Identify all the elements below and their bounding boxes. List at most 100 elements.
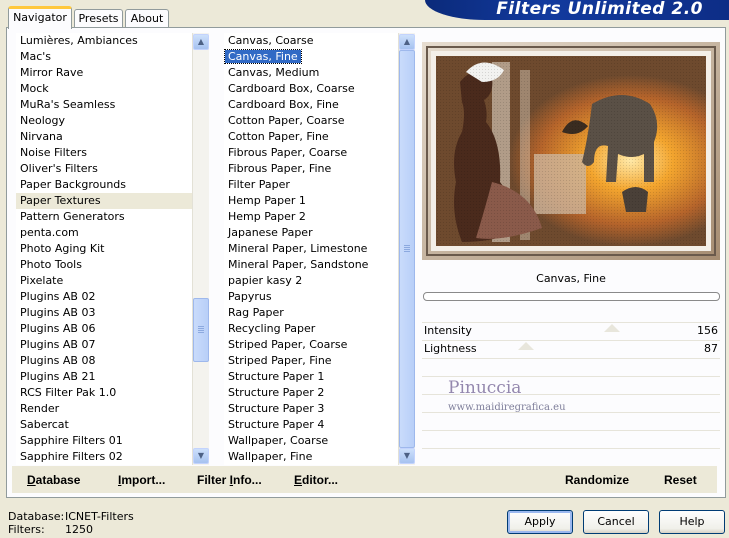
list-item[interactable]: Mac's	[16, 49, 192, 65]
list-item[interactable]: Plugins AB 21	[16, 369, 192, 385]
list-item[interactable]: Striped Paper, Coarse	[224, 337, 398, 353]
randomize-button[interactable]: Randomize	[565, 473, 629, 487]
list-item[interactable]: Sapphire Filters 01	[16, 433, 192, 449]
scroll-up-icon[interactable]: ▲	[193, 34, 209, 50]
list-item[interactable]: Sabercat	[16, 417, 192, 433]
list-item[interactable]: Wallpaper, Fine	[224, 449, 398, 465]
parameters-panel[interactable]: Intensity 156 Lightness 87 Pinuccia www.…	[422, 322, 720, 466]
scroll-thumb[interactable]	[399, 50, 415, 448]
list-item[interactable]: Structure Paper 2	[224, 385, 398, 401]
cancel-button[interactable]: Cancel	[583, 510, 649, 534]
list-item[interactable]: RCS Filter Pak 1.0	[16, 385, 192, 401]
list-item-label: Plugins AB 06	[20, 322, 96, 335]
apply-button[interactable]: Apply	[507, 510, 573, 534]
app-title: Filters Unlimited 2.0	[496, 0, 703, 19]
param-lightness[interactable]: Lightness 87	[422, 340, 720, 358]
list-item[interactable]: Plugins AB 06	[16, 321, 192, 337]
list-item[interactable]: Papyrus	[224, 289, 398, 305]
editor-button[interactable]: Editor...	[294, 473, 338, 487]
list-item[interactable]: Oliver's Filters	[16, 161, 192, 177]
list-item[interactable]: Wallpaper, Coarse	[224, 433, 398, 449]
list-item-label: penta.com	[20, 226, 79, 239]
list-item[interactable]: Plugins AB 02	[16, 289, 192, 305]
list-item[interactable]: penta.com	[16, 225, 192, 241]
list-item-label: Paper Backgrounds	[20, 178, 127, 191]
list-item-label: Sapphire Filters 02	[20, 450, 123, 463]
list-item[interactable]: Structure Paper 1	[224, 369, 398, 385]
list-item[interactable]: Cardboard Box, Fine	[224, 97, 398, 113]
tab-about[interactable]: About	[125, 9, 169, 27]
list-item[interactable]: Cotton Paper, Coarse	[224, 113, 398, 129]
list-item[interactable]: Plugins AB 03	[16, 305, 192, 321]
list-item[interactable]: Canvas, Medium	[224, 65, 398, 81]
list-item[interactable]: Lumières, Ambiances	[16, 33, 192, 49]
list-item-label: Nirvana	[20, 130, 63, 143]
list-item[interactable]: Striped Paper, Fine	[224, 353, 398, 369]
list-item[interactable]: MuRa's Seamless	[16, 97, 192, 113]
tab-presets[interactable]: Presets	[74, 9, 123, 27]
list-item[interactable]: Structure Paper 4	[224, 417, 398, 433]
list-item-label: Mac's	[20, 50, 52, 63]
list-item-label: Wallpaper, Coarse	[228, 434, 329, 447]
list-item[interactable]: Render	[16, 401, 192, 417]
list-item[interactable]: Photo Aging Kit	[16, 241, 192, 257]
list-item-label: Photo Aging Kit	[20, 242, 105, 255]
database-button[interactable]: Database	[27, 473, 80, 487]
watermark-name: Pinuccia	[448, 378, 522, 398]
list-item[interactable]: Plugins AB 07	[16, 337, 192, 353]
reset-button[interactable]: Reset	[664, 473, 697, 487]
filter-scrollbar[interactable]: ▲ ▼	[398, 33, 415, 465]
list-item[interactable]: Mock	[16, 81, 192, 97]
list-item[interactable]: Cotton Paper, Fine	[224, 129, 398, 145]
list-item[interactable]: Rag Paper	[224, 305, 398, 321]
list-item[interactable]: Fibrous Paper, Coarse	[224, 145, 398, 161]
list-item[interactable]: Cardboard Box, Coarse	[224, 81, 398, 97]
list-item-label: Render	[20, 402, 60, 415]
list-item[interactable]: Pixelate	[16, 273, 192, 289]
list-item-label: Cardboard Box, Coarse	[228, 82, 355, 95]
list-item[interactable]: Mineral Paper, Sandstone	[224, 257, 398, 273]
list-item[interactable]: Hemp Paper 2	[224, 209, 398, 225]
list-item[interactable]: Photo Tools	[16, 257, 192, 273]
list-item[interactable]: Nirvana	[16, 129, 192, 145]
list-item[interactable]: Structure Paper 3	[224, 401, 398, 417]
filter-list[interactable]: Canvas, Coarse Canvas, Fine Canvas, Medium…	[224, 33, 398, 465]
list-item-label: Japanese Paper	[228, 226, 313, 239]
param-value: 156	[697, 324, 718, 337]
list-item[interactable]: Plugins AB 08	[16, 353, 192, 369]
scroll-up-icon[interactable]: ▲	[399, 34, 415, 50]
category-scrollbar[interactable]: ▲ ▼	[192, 33, 209, 465]
list-item-label: Recycling Paper	[228, 322, 316, 335]
scroll-thumb[interactable]	[193, 298, 209, 362]
list-item-label: Neology	[20, 114, 66, 127]
list-item-label: Rag Paper	[228, 306, 284, 319]
param-intensity[interactable]: Intensity 156	[422, 322, 720, 340]
import-button[interactable]: Import...	[118, 473, 165, 487]
list-item[interactable]: Mirror Rave	[16, 65, 192, 81]
list-item-label: Canvas, Medium	[228, 66, 320, 79]
list-item[interactable]: Canvas, Fine	[224, 49, 398, 65]
list-item[interactable]: Neology	[16, 113, 192, 129]
list-item[interactable]: Recycling Paper	[224, 321, 398, 337]
tab-navigator[interactable]: Navigator	[8, 6, 72, 29]
filters-count: 1250	[65, 523, 93, 536]
list-item-label: Plugins AB 03	[20, 306, 96, 319]
list-item[interactable]: papier kasy 2	[224, 273, 398, 289]
list-item[interactable]: Sapphire Filters 02	[16, 449, 192, 465]
category-list[interactable]: Lumières, Ambiances Mac's Mirror Rave Mock M…	[16, 33, 192, 465]
list-item[interactable]: Canvas, Coarse	[224, 33, 398, 49]
help-button[interactable]: Help	[659, 510, 725, 534]
list-item[interactable]: Pattern Generators	[16, 209, 192, 225]
list-item[interactable]: Paper Backgrounds	[16, 177, 192, 193]
list-item[interactable]: Japanese Paper	[224, 225, 398, 241]
list-item[interactable]: Filter Paper	[224, 177, 398, 193]
scroll-down-icon[interactable]: ▼	[399, 448, 415, 464]
scroll-down-icon[interactable]: ▼	[193, 448, 209, 464]
list-item-label: MuRa's Seamless	[20, 98, 116, 111]
list-item[interactable]: Fibrous Paper, Fine	[224, 161, 398, 177]
list-item[interactable]: Hemp Paper 1	[224, 193, 398, 209]
list-item[interactable]: Noise Filters	[16, 145, 192, 161]
list-item[interactable]: Paper Textures	[16, 193, 192, 209]
filter-info-button[interactable]: Filter Info...	[197, 473, 262, 487]
list-item[interactable]: Mineral Paper, Limestone	[224, 241, 398, 257]
